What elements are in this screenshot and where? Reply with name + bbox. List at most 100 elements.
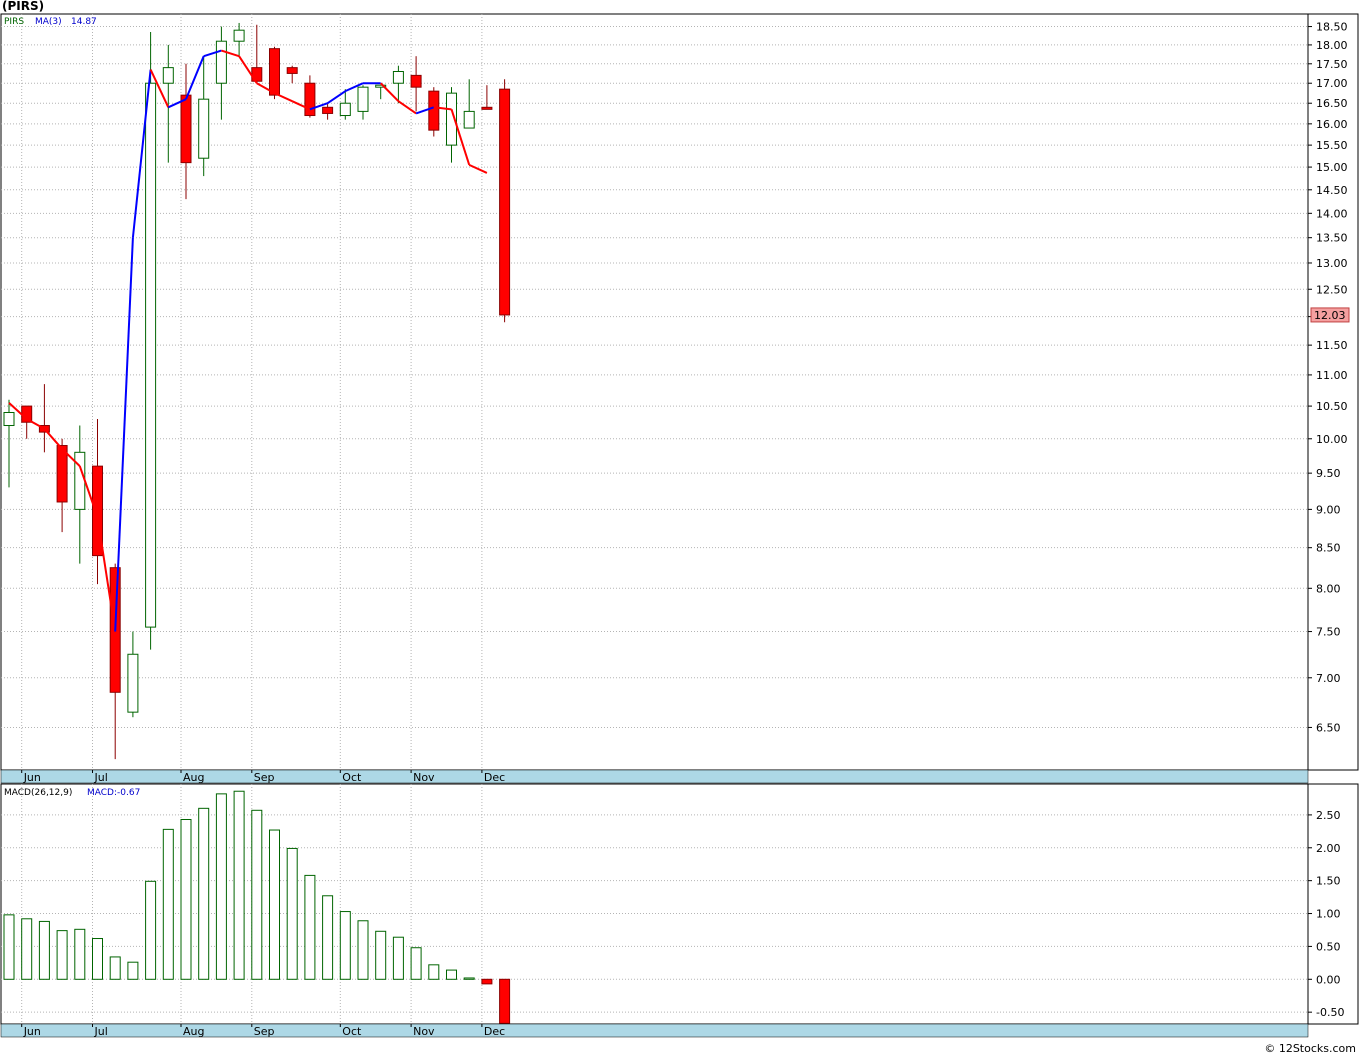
- macd-x-label: Sep: [254, 1025, 275, 1038]
- price-tick-label: 17.00: [1316, 77, 1348, 90]
- candle-body: [198, 98, 210, 159]
- candle-body: [428, 90, 440, 131]
- macd-bar-positive: [233, 790, 245, 980]
- macd-bar-positive: [392, 936, 404, 980]
- macd-bar-positive: [145, 880, 157, 980]
- candle-body: [286, 67, 298, 74]
- price-legend-symbol: PIRS: [4, 17, 24, 27]
- stock-chart: 6.50 7.00 7.50 8.00 8.50 9.00 9.50 10.00 10.50 11…: [0, 13, 1359, 1038]
- candle-body: [339, 102, 351, 117]
- macd-bar-positive: [322, 895, 334, 980]
- macd-tick-label: 0.00: [1316, 973, 1341, 986]
- price-tick-label: 9.00: [1316, 503, 1341, 516]
- candle-body: [269, 48, 280, 96]
- macd-bar-positive: [3, 914, 15, 980]
- candle-down: [428, 87, 440, 137]
- candle-body: [162, 67, 174, 84]
- macd-bar-positive: [109, 956, 121, 980]
- price-tick-label: 6.50: [1316, 721, 1341, 734]
- macd-bar-positive: [286, 847, 298, 980]
- macd-bar-positive: [446, 969, 457, 980]
- macd-x-label: Jul: [94, 1025, 108, 1038]
- price-tick-label: 15.50: [1316, 139, 1348, 152]
- candle-body: [304, 82, 316, 117]
- candle-body: [463, 110, 475, 129]
- macd-bar-negative: [481, 978, 493, 985]
- ma-legend-value: 14.87: [71, 17, 97, 27]
- price-tick-label: 17.50: [1316, 58, 1348, 71]
- macd-bar-positive: [428, 964, 440, 980]
- price-tick-label: 13.50: [1316, 232, 1348, 245]
- price-tick-label: 11.50: [1316, 339, 1348, 352]
- macd-bar-positive: [215, 793, 227, 980]
- price-x-label: Aug: [183, 771, 204, 784]
- price-tick-label: 14.00: [1316, 207, 1348, 220]
- macd-bar-negative: [499, 978, 511, 1024]
- macd-legend-name: MACD(26,12,9): [4, 788, 72, 798]
- ma-legend-label: MA(3): [35, 17, 62, 27]
- price-tick-label: 10.00: [1316, 433, 1348, 446]
- candle-body: [215, 40, 227, 84]
- macd-bar-positive: [180, 819, 192, 980]
- candle-body: [127, 653, 139, 713]
- price-x-label: Oct: [342, 771, 362, 784]
- chart-title: (PIRS): [2, 0, 45, 13]
- macd-bar-positive: [410, 947, 422, 980]
- price-tick-label: 16.50: [1316, 97, 1348, 110]
- price-tick-label: 7.50: [1316, 626, 1341, 639]
- price-tick-label: 13.00: [1316, 257, 1348, 270]
- price-tick-label: 10.50: [1316, 400, 1348, 413]
- candle-body: [499, 88, 511, 316]
- candle-body: [233, 29, 245, 42]
- price-tick-label: 16.00: [1316, 118, 1348, 131]
- macd-bar-positive: [357, 920, 369, 980]
- price-panel: 6.50 7.00 7.50 8.00 8.50 9.00 9.50 10.00 10.50 11…: [0, 13, 1359, 784]
- macd-bar-positive: [162, 828, 174, 980]
- macd-tick-label: 0.50: [1316, 940, 1341, 953]
- macd-tick-label: 1.00: [1316, 908, 1341, 921]
- macd-tick-label: 1.50: [1316, 875, 1341, 888]
- macd-bar-positive: [463, 977, 475, 980]
- macd-bar-positive: [375, 930, 387, 980]
- macd-bar-positive: [339, 911, 351, 980]
- candle-body: [410, 74, 422, 88]
- candle-body: [145, 82, 157, 628]
- macd-x-label: Nov: [413, 1025, 435, 1038]
- price-tick-label: 9.50: [1316, 467, 1341, 480]
- macd-legend-value: MACD:-0.67: [87, 788, 140, 798]
- candle-body: [357, 86, 369, 112]
- macd-bar-positive: [74, 928, 86, 980]
- price-tick-label: 12.50: [1316, 283, 1348, 296]
- candle-body: [392, 70, 404, 84]
- price-tick-label: 14.50: [1316, 184, 1348, 197]
- macd-tick-label: -0.50: [1316, 1006, 1344, 1019]
- macd-tick-label: 2.00: [1316, 842, 1341, 855]
- candle-body: [3, 412, 15, 427]
- candle-up: [145, 32, 157, 650]
- candle-body: [322, 106, 334, 114]
- macd-bar-positive: [21, 918, 33, 980]
- candle-body: [56, 445, 68, 503]
- price-x-label: Jul: [94, 771, 108, 784]
- price-tick-label: 18.00: [1316, 39, 1348, 52]
- macd-x-label: Aug: [183, 1025, 204, 1038]
- macd-bar-positive: [251, 809, 263, 980]
- macd-bar-positive: [269, 829, 280, 980]
- price-tick-label: 11.00: [1316, 369, 1348, 382]
- macd-bar-positive: [56, 930, 68, 980]
- macd-x-label: Dec: [484, 1025, 505, 1038]
- price-tick-label: 15.00: [1316, 161, 1348, 174]
- price-x-label: Nov: [413, 771, 435, 784]
- price-x-label: Jun: [23, 771, 41, 784]
- copyright-footer: © 12Stocks.com: [1264, 1042, 1356, 1055]
- candle-body: [481, 106, 493, 110]
- macd-bar-positive: [38, 920, 50, 980]
- price-x-label: Sep: [254, 771, 275, 784]
- macd-x-label: Jun: [23, 1025, 41, 1038]
- macd-bar-positive: [304, 874, 316, 980]
- last-price-label: 12.03: [1314, 309, 1346, 322]
- price-tick-label: 18.50: [1316, 21, 1348, 34]
- macd-panel: -0.50 0.00 0.50 1.00 1.50 2.00 2.50 MACD(26,12,…: [0, 783, 1359, 1038]
- candle-down: [499, 79, 511, 323]
- price-tick-label: 8.50: [1316, 542, 1341, 555]
